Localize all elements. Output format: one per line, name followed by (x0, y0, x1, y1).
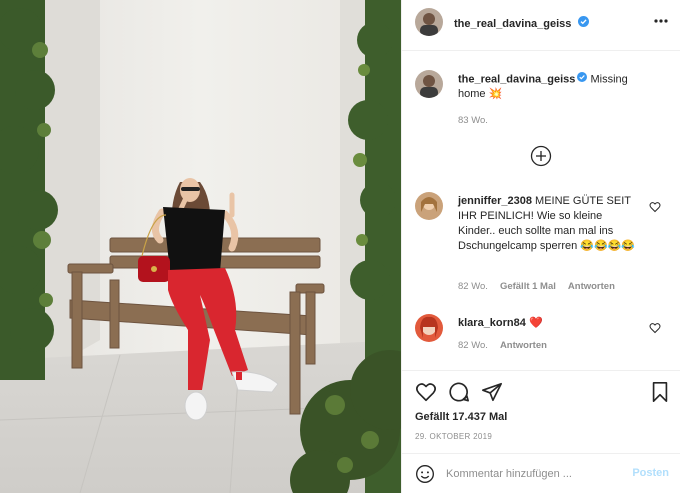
post-photo[interactable] (0, 0, 401, 493)
caption-text-block: the_real_davina_geiss Missing home 💥 (458, 72, 658, 102)
caption-age[interactable]: 83 Wo. (458, 115, 488, 126)
post-header: the_real_davina_geiss (402, 0, 680, 51)
comment-input[interactable] (446, 465, 616, 483)
comment-username[interactable]: jenniffer_2308 (458, 195, 532, 207)
commenter-avatar[interactable] (415, 314, 443, 342)
comment-like-heart-icon[interactable] (649, 200, 661, 213)
comment-meta: 82 Wo. Gefällt 1 Mal Antworten (458, 281, 615, 292)
comment-like-count[interactable]: Gefällt 1 Mal (500, 281, 556, 292)
reply-button[interactable]: Antworten (500, 340, 547, 351)
heart-icon[interactable] (415, 381, 437, 403)
caption-avatar[interactable] (415, 70, 443, 98)
more-horizontal-icon[interactable] (653, 13, 669, 29)
post-sidebar: the_real_davina_geiss the_real_davina_ge… (401, 0, 680, 493)
emoji-icon[interactable] (415, 464, 435, 484)
commenter-avatar[interactable] (415, 192, 443, 220)
reply-button[interactable]: Antworten (568, 281, 615, 292)
author-avatar[interactable] (415, 8, 443, 36)
comment-like-heart-icon[interactable] (649, 321, 661, 334)
comment-text-block: klara_korn84 ❤️ (458, 316, 638, 331)
post-comment-button[interactable]: Posten (632, 467, 669, 479)
post-actions: Gefällt 17.437 Mal 29. OKTOBER 2019 (402, 370, 680, 453)
comment-text: ❤️ (525, 317, 543, 329)
author-username[interactable]: the_real_davina_geiss (454, 18, 571, 30)
comment-text-block: jenniffer_2308 MEINE GÜTE SEIT IHR PEINL… (458, 194, 638, 254)
author-username-row: the_real_davina_geiss (454, 14, 589, 32)
comment-meta: 82 Wo. Antworten (458, 340, 547, 351)
comment-username[interactable]: klara_korn84 (458, 317, 526, 329)
post-date[interactable]: 29. OKTOBER 2019 (415, 432, 492, 441)
verified-badge-icon (577, 14, 589, 32)
verified-badge-icon (577, 72, 588, 87)
comment-age[interactable]: 82 Wo. (458, 340, 488, 351)
add-comment-bar: Posten (402, 453, 680, 493)
circle-plus-icon[interactable] (530, 145, 552, 167)
comment-age[interactable]: 82 Wo. (458, 281, 488, 292)
comment-icon[interactable] (448, 381, 470, 403)
bookmark-icon[interactable] (649, 381, 671, 403)
caption-username[interactable]: the_real_davina_geiss (458, 73, 575, 85)
like-count[interactable]: Gefällt 17.437 Mal (415, 411, 507, 423)
share-icon[interactable] (481, 381, 503, 403)
